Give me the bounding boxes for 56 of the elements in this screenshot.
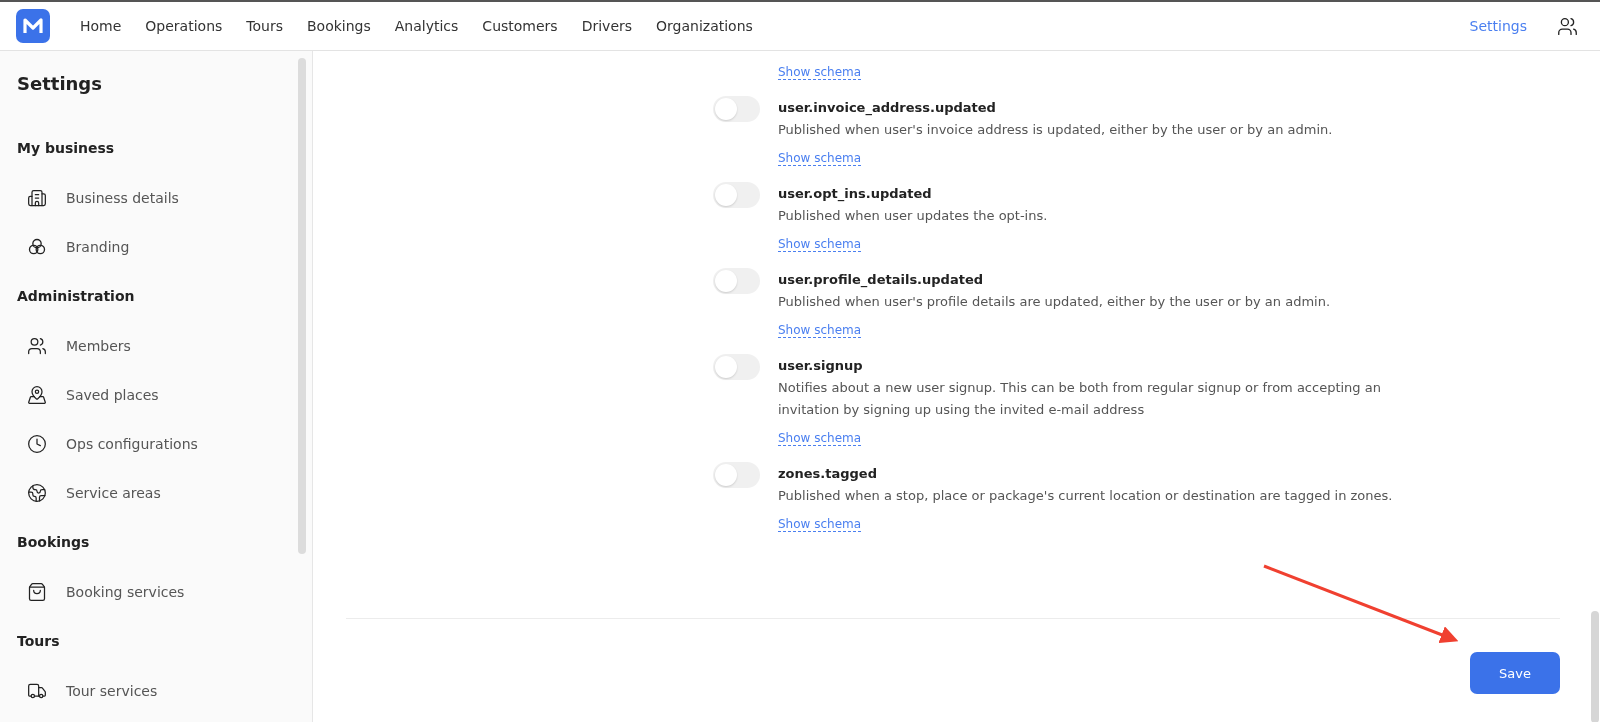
nav-link[interactable]: Tours	[234, 18, 295, 34]
sidebar-item[interactable]: Branding	[17, 238, 312, 256]
globe-icon	[27, 483, 47, 503]
event-description: Published when user updates the opt-ins.	[778, 207, 1048, 225]
event-description: Published when a stop, place or package's current location or destination are tagged in zones.	[778, 487, 1393, 505]
truck-icon	[27, 681, 47, 701]
clock-icon	[27, 434, 47, 454]
section-heading: Bookings	[17, 533, 91, 551]
logo-icon[interactable]	[16, 9, 50, 43]
save-button[interactable]: Save	[1470, 652, 1560, 694]
nav-link[interactable]: Bookings	[295, 18, 383, 34]
event-description: Notifies about a new user signup. This can be both from regular signup or from accepting an invitation by signing up using the invited e-mail address	[778, 379, 1382, 419]
show-schema-link[interactable]: Show schema	[778, 515, 862, 533]
nav-link[interactable]: Settings	[1457, 18, 1539, 34]
users-icon	[27, 336, 47, 356]
scrollbar-thumb[interactable]	[1591, 611, 1599, 722]
event-description: Published when user's profile details are updated, either by the user or by an admin.	[778, 293, 1331, 311]
section-heading: Administration	[17, 287, 136, 305]
toggle-switch[interactable]	[713, 268, 760, 294]
pin-icon	[27, 385, 47, 405]
sidebar-title: Settings	[17, 73, 103, 96]
sidebar-item[interactable]: Service areas	[17, 484, 312, 502]
sidebar-item[interactable]: Saved places	[17, 386, 312, 404]
nav-link[interactable]: Drivers	[569, 18, 645, 34]
section-heading: Tours	[17, 632, 61, 650]
nav-link[interactable]: Organizations	[644, 18, 765, 34]
event-name: user.invoice_address.updated	[778, 99, 996, 118]
section-heading: My business	[17, 139, 116, 157]
show-schema-link[interactable]: Show schema	[778, 63, 862, 81]
nav-link[interactable]: Customers	[470, 18, 570, 34]
event-name: user.opt_ins.updated	[778, 185, 932, 204]
event-name: zones.tagged	[778, 465, 877, 483]
toggle-switch[interactable]	[713, 354, 760, 380]
sidebar-item[interactable]: Tour services	[17, 682, 312, 700]
building-icon	[27, 188, 47, 208]
event-description: Published when user's invoice address is updated, either by the user or by an admin.	[778, 121, 1333, 139]
show-schema-link[interactable]: Show schema	[778, 321, 862, 339]
scrollbar-thumb[interactable]	[298, 58, 306, 554]
nav-link[interactable]: Home	[68, 18, 134, 34]
toggle-switch[interactable]	[713, 182, 760, 208]
nav-link[interactable]: Operations	[133, 18, 235, 34]
event-name: user.signup	[778, 357, 863, 375]
toggle-switch[interactable]	[713, 96, 760, 122]
show-schema-link[interactable]: Show schema	[778, 429, 862, 447]
sidebar-item[interactable]: Members	[17, 337, 312, 355]
user-icon[interactable]	[1557, 15, 1578, 37]
show-schema-link[interactable]: Show schema	[778, 149, 862, 167]
event-name: user.profile_details.updated	[778, 271, 984, 290]
toggle-switch[interactable]	[713, 462, 760, 488]
bag-icon	[27, 582, 47, 602]
sidebar-item[interactable]: Booking services	[17, 583, 312, 601]
circles-icon	[27, 237, 47, 257]
sidebar-item[interactable]: Ops configurations	[17, 435, 312, 453]
sidebar-item[interactable]: Business details	[17, 189, 312, 207]
show-schema-link[interactable]: Show schema	[778, 235, 862, 253]
nav-link[interactable]: Analytics	[382, 18, 471, 34]
